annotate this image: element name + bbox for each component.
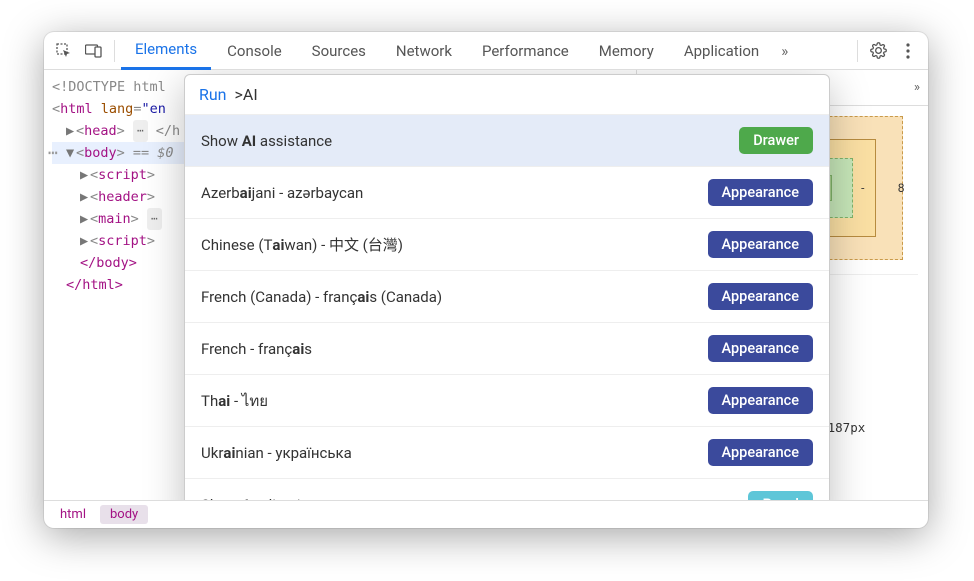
box-model-dash: - — [861, 181, 864, 195]
header-tag[interactable]: header — [98, 189, 147, 205]
box-model-right-value: 8 — [898, 181, 905, 195]
palette-item[interactable]: French (Canada) - français (Canada) Appe… — [185, 270, 829, 322]
palette-item[interactable]: Ukrainian - українська Appearance — [185, 426, 829, 478]
category-badge: Appearance — [708, 387, 813, 414]
tab-network[interactable]: Network — [382, 32, 466, 70]
palette-item[interactable]: Show Application Panel — [185, 478, 829, 500]
palette-item[interactable]: Chinese (Taiwan) - 中文 (台灣) Appearance — [185, 218, 829, 270]
head-tag[interactable]: head — [84, 123, 117, 139]
tab-performance[interactable]: Performance — [468, 32, 583, 70]
selected-eq0: == $0 — [125, 145, 174, 161]
palette-item[interactable]: Thai - ไทย Appearance — [185, 374, 829, 426]
toolbar-separator — [857, 40, 858, 62]
tab-application[interactable]: Application — [670, 32, 773, 70]
tab-console[interactable]: Console — [213, 32, 296, 70]
script-tag[interactable]: script — [98, 167, 147, 183]
doctype-text: <!DOCTYPE html — [52, 79, 166, 95]
script-tag[interactable]: script — [98, 233, 147, 249]
category-badge: Appearance — [708, 283, 813, 310]
tabs-overflow-icon[interactable]: » — [775, 42, 794, 60]
tab-memory[interactable]: Memory — [585, 32, 668, 70]
category-badge: Drawer — [739, 127, 813, 154]
devtools-toolbar: Elements Console Sources Network Perform… — [44, 32, 928, 70]
palette-input[interactable] — [235, 85, 815, 104]
breadcrumb-html[interactable]: html — [50, 505, 96, 524]
devtools-main: <!DOCTYPE html <html lang="en ▶<head> ⋯ … — [44, 70, 928, 500]
more-icon[interactable] — [894, 37, 922, 65]
row-actions-icon[interactable]: ⋯ — [48, 142, 59, 164]
styles-tabs-overflow-icon[interactable]: » — [914, 80, 920, 95]
ellipsis-icon[interactable]: ⋯ — [133, 120, 148, 142]
device-toolbar-icon[interactable] — [80, 37, 108, 65]
body-close-tag: </body> — [80, 255, 137, 271]
palette-item[interactable]: Azerbaijani - azərbaycan Appearance — [185, 166, 829, 218]
breadcrumbs: html body — [44, 500, 928, 528]
category-badge: Appearance — [708, 335, 813, 362]
palette-results: Show AI assistance Drawer Azerbaijani - … — [185, 114, 829, 500]
main-tag[interactable]: main — [98, 211, 131, 227]
category-badge: Appearance — [708, 439, 813, 466]
breadcrumb-body[interactable]: body — [100, 505, 148, 524]
ellipsis-icon[interactable]: ⋯ — [147, 208, 162, 230]
html-close-tag: </html> — [66, 277, 123, 293]
category-badge: Panel — [748, 491, 813, 500]
html-tag: html — [60, 101, 93, 117]
settings-icon[interactable] — [864, 37, 892, 65]
command-palette: Run Show AI assistance Drawer Azerbaijan… — [184, 74, 830, 500]
category-badge: Appearance — [708, 179, 813, 206]
palette-item[interactable]: Show AI assistance Drawer — [185, 114, 829, 166]
devtools-window: Elements Console Sources Network Perform… — [44, 32, 928, 528]
palette-item[interactable]: French - français Appearance — [185, 322, 829, 374]
tab-sources[interactable]: Sources — [298, 32, 380, 70]
tab-elements[interactable]: Elements — [121, 32, 211, 70]
inspect-icon[interactable] — [50, 37, 78, 65]
palette-prefix: Run — [199, 85, 227, 104]
toolbar-separator — [114, 40, 115, 62]
category-badge: Appearance — [708, 231, 813, 258]
body-tag[interactable]: body — [84, 145, 117, 161]
